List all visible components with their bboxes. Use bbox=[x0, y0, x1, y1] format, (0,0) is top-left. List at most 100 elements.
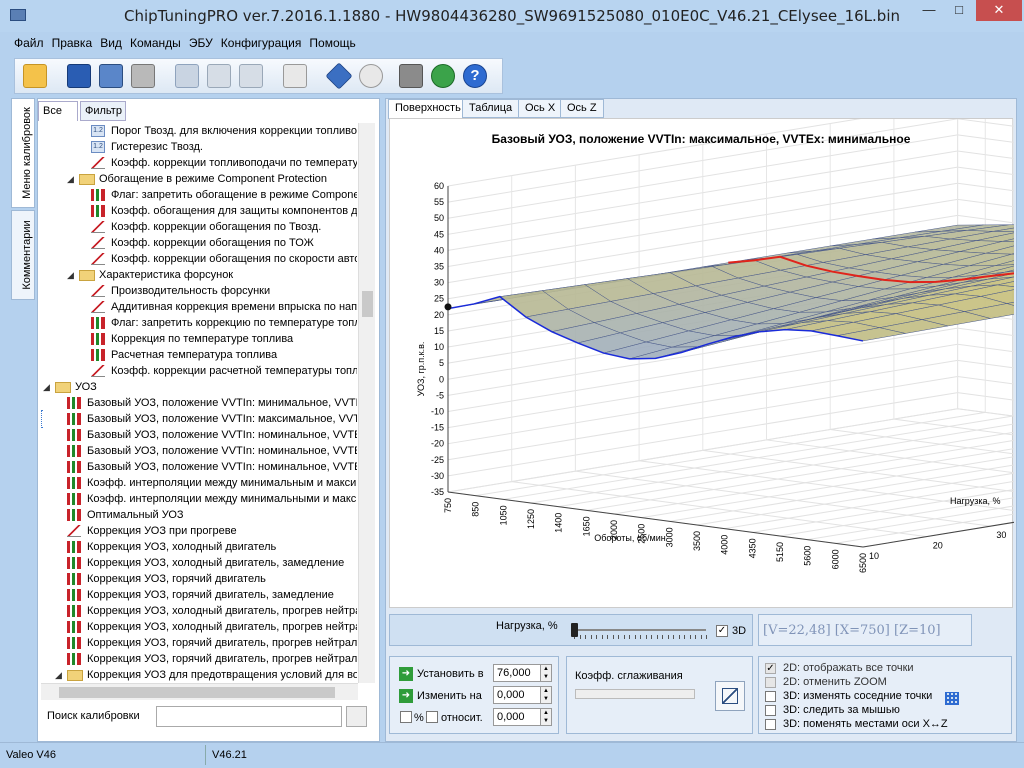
slider-tick bbox=[629, 635, 630, 639]
slider-thumb[interactable] bbox=[571, 623, 578, 637]
tree-item-label: Порог Твозд. для включения коррекции топ… bbox=[111, 125, 357, 137]
grid-line bbox=[447, 150, 1024, 235]
tree-item-label: Коэфф. коррекции обогащения по Твозд. bbox=[111, 221, 322, 233]
tree-item-label: Коррекция УОЗ, холодный двигатель, прогр… bbox=[87, 621, 357, 633]
paste-icon[interactable] bbox=[207, 64, 231, 88]
option-label: 3D: изменять соседние точки bbox=[783, 690, 933, 702]
set-arrow-icon[interactable]: ➜ bbox=[399, 667, 413, 681]
search-input[interactable] bbox=[156, 706, 342, 727]
slider-label: Нагрузка, % bbox=[496, 620, 558, 632]
change-value-spinner[interactable]: ▲ ▼ bbox=[540, 686, 552, 704]
hscrollbar-thumb[interactable] bbox=[59, 687, 335, 698]
set-value-spinner[interactable]: ▲ ▼ bbox=[540, 664, 552, 682]
info-icon[interactable] bbox=[325, 62, 353, 90]
menu-commands[interactable]: Команды bbox=[130, 36, 181, 50]
tab-comments[interactable]: Комментарии bbox=[11, 210, 35, 300]
percent-checkbox[interactable] bbox=[400, 711, 412, 723]
line-graph-icon bbox=[91, 221, 105, 233]
online-update-icon[interactable] bbox=[431, 64, 455, 88]
help-icon[interactable]: ? bbox=[463, 64, 487, 88]
smooth-apply-button[interactable] bbox=[715, 681, 745, 711]
option-checkbox[interactable] bbox=[765, 719, 776, 730]
tree-scrollbar[interactable] bbox=[358, 123, 375, 683]
tools-icon[interactable] bbox=[399, 64, 423, 88]
y-tick-label: 5 bbox=[439, 358, 444, 368]
tab-all[interactable]: Все bbox=[38, 101, 78, 121]
tree-item-label: Базовый УОЗ, положение VVTIn: минимально… bbox=[87, 397, 357, 409]
bar-chart-icon bbox=[67, 557, 81, 569]
option-checkbox[interactable] bbox=[765, 677, 776, 688]
folder-icon bbox=[67, 670, 83, 681]
line-graph-icon bbox=[91, 253, 105, 265]
menu-edit[interactable]: Правка bbox=[52, 36, 93, 50]
tree-item-label: Расчетная температура топлива bbox=[111, 349, 278, 361]
relative-value-spinner[interactable]: ▲ ▼ bbox=[540, 708, 552, 726]
undo-icon[interactable] bbox=[239, 64, 263, 88]
bar-chart-icon bbox=[67, 653, 81, 665]
expand-arrow-icon[interactable]: ◢ bbox=[67, 171, 74, 187]
surface-chart[interactable]: 605550454035302520151050-5-10-15-20-25-3… bbox=[390, 102, 1024, 609]
tab-calibration-menu[interactable]: Меню калибровок bbox=[11, 98, 35, 208]
scrollbar-thumb[interactable] bbox=[362, 291, 373, 317]
relative-checkbox[interactable] bbox=[426, 711, 438, 723]
change-arrow-icon[interactable]: ➜ bbox=[399, 689, 413, 703]
menu-bar: Файл Правка Вид Команды ЭБУ Конфигурация… bbox=[14, 36, 361, 54]
grid-icon[interactable] bbox=[945, 692, 959, 705]
bar-chart-icon bbox=[67, 605, 81, 617]
tree-hscrollbar[interactable] bbox=[41, 683, 358, 700]
close-icon[interactable]: ✕ bbox=[976, 0, 1022, 21]
grid-line bbox=[530, 421, 1024, 504]
relative-label: относит. bbox=[441, 712, 483, 724]
tree-item-label: Коэфф. обогащения для защиты компонентов… bbox=[111, 205, 357, 217]
expand-arrow-icon[interactable]: ◢ bbox=[55, 667, 62, 683]
percent-label: % bbox=[414, 712, 424, 724]
tab-filter[interactable]: Фильтр bbox=[80, 101, 126, 121]
tab-surface[interactable]: Поверхность bbox=[388, 99, 468, 119]
y-tick-label: 60 bbox=[434, 181, 444, 191]
menu-view[interactable]: Вид bbox=[100, 36, 122, 50]
copy-icon[interactable] bbox=[175, 64, 199, 88]
grid-line bbox=[447, 375, 1024, 461]
slider-tick bbox=[695, 635, 696, 639]
maximize-icon[interactable]: □ bbox=[944, 0, 974, 21]
menu-file[interactable]: Файл bbox=[14, 36, 44, 50]
line-graph-icon bbox=[91, 285, 105, 297]
expand-arrow-icon[interactable]: ◢ bbox=[43, 379, 50, 395]
chart-view-icon[interactable] bbox=[283, 64, 307, 88]
save-icon[interactable] bbox=[67, 64, 91, 88]
slider-track[interactable] bbox=[574, 629, 706, 631]
expand-arrow-icon[interactable]: ◢ bbox=[67, 267, 74, 283]
menu-configuration[interactable]: Конфигурация bbox=[221, 36, 302, 50]
save-as-icon[interactable] bbox=[99, 64, 123, 88]
option-checkbox[interactable] bbox=[765, 691, 776, 702]
menu-help[interactable]: Помощь bbox=[309, 36, 355, 50]
y-tick-label: 20 bbox=[434, 310, 444, 320]
option-checkbox[interactable] bbox=[765, 705, 776, 716]
tab-table[interactable]: Таблица bbox=[462, 99, 520, 118]
search-icon[interactable] bbox=[346, 706, 367, 727]
set-value-input[interactable]: 76,000 bbox=[493, 664, 545, 682]
x-tick-label: 6000 bbox=[830, 549, 840, 569]
grid-line bbox=[830, 429, 1024, 456]
tab-axis-x[interactable]: Ось X bbox=[518, 99, 563, 118]
change-value-input[interactable]: 0,000 bbox=[493, 686, 545, 704]
tree-item-label: Аддитивная коррекция времени впрыска по … bbox=[111, 301, 357, 313]
smoothing-slider[interactable] bbox=[575, 689, 695, 699]
y-tick-label: -15 bbox=[431, 423, 444, 433]
y-tick-label: 15 bbox=[434, 326, 444, 336]
tree-item-label: Оптимальный УОЗ bbox=[87, 509, 184, 521]
search-data-icon[interactable] bbox=[359, 64, 383, 88]
grid-line bbox=[724, 479, 1024, 530]
chart-area[interactable]: 60 55 50 45 40 35 30 25 20 15 10 5 0 -5 -10 -15 -20 -25 -3… bbox=[389, 102, 1024, 609]
option-checkbox[interactable]: ✓ bbox=[765, 663, 776, 674]
change-label: Изменить на bbox=[417, 690, 482, 702]
line-graph-icon bbox=[91, 365, 105, 377]
open-folder-icon[interactable] bbox=[23, 64, 47, 88]
bar-chart-icon bbox=[91, 317, 105, 329]
relative-value-input[interactable]: 0,000 bbox=[493, 708, 545, 726]
print-icon[interactable] bbox=[131, 64, 155, 88]
tab-axis-z[interactable]: Ось Z bbox=[560, 99, 604, 118]
menu-ecu[interactable]: ЭБУ bbox=[189, 36, 213, 50]
mode-3d-checkbox[interactable]: ✓ bbox=[716, 625, 728, 637]
minimize-icon[interactable]: — bbox=[914, 0, 944, 21]
